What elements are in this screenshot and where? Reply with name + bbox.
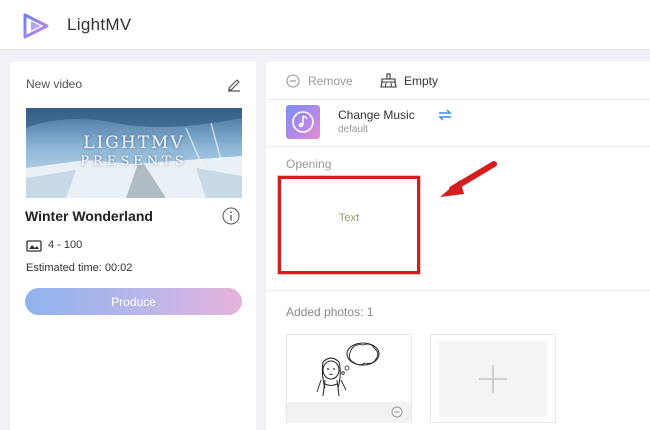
added-photos-count: Added photos: 1 (286, 305, 374, 319)
produce-button[interactable]: Produce (25, 288, 242, 315)
opening-text-placeholder: Text (338, 212, 360, 224)
pencil-icon[interactable] (226, 76, 242, 92)
girl-sketch-image (316, 342, 380, 397)
thumbnail-title-line1: LIGHTMV (83, 133, 185, 153)
remove-button[interactable]: Remove (308, 74, 353, 88)
red-arrow-icon (440, 161, 497, 197)
music-row: Change Music default (266, 100, 650, 147)
app-title[interactable]: LightMV (67, 15, 131, 35)
plus-icon (479, 365, 507, 393)
section-divider (266, 290, 650, 291)
top-bar: LightMV (0, 0, 650, 50)
remove-circle-icon[interactable] (286, 74, 300, 88)
winter-scene-image (26, 108, 242, 198)
photo-range: 4 - 100 (48, 239, 83, 251)
video-title: Winter Wonderland (25, 208, 153, 224)
photo-card[interactable] (286, 334, 412, 423)
lightmv-logo-icon[interactable] (22, 12, 50, 40)
change-music-button[interactable]: Change Music (338, 108, 415, 122)
photo-card-footer (287, 402, 411, 423)
thumbnail-title-line2: PRESENTS (80, 154, 188, 169)
add-photo-area (439, 341, 547, 417)
empty-button[interactable]: Empty (404, 74, 438, 88)
editor-panel: Remove Empty Change Music default Openin… (266, 62, 650, 430)
music-cover[interactable] (286, 105, 320, 139)
new-video-heading: New video (26, 77, 83, 91)
info-icon[interactable] (222, 207, 240, 225)
remove-photo-icon[interactable] (391, 406, 403, 418)
opening-heading: Opening (286, 157, 332, 171)
opening-text-card[interactable]: Text (278, 176, 420, 274)
music-default-label: default (338, 124, 369, 135)
broom-icon[interactable] (380, 73, 397, 88)
video-thumbnail[interactable]: LIGHTMV PRESENTS (26, 108, 242, 198)
estimated-time: Estimated time: 00:02 (26, 262, 133, 274)
editor-toolbar: Remove Empty (266, 62, 650, 100)
add-photo-button[interactable] (430, 334, 556, 423)
image-icon (26, 240, 42, 252)
video-summary-panel: New video LIGHTMV PRESENTS Winter Wonder… (10, 62, 256, 430)
swap-arrows-icon[interactable] (438, 109, 452, 121)
music-note-icon (292, 111, 314, 133)
